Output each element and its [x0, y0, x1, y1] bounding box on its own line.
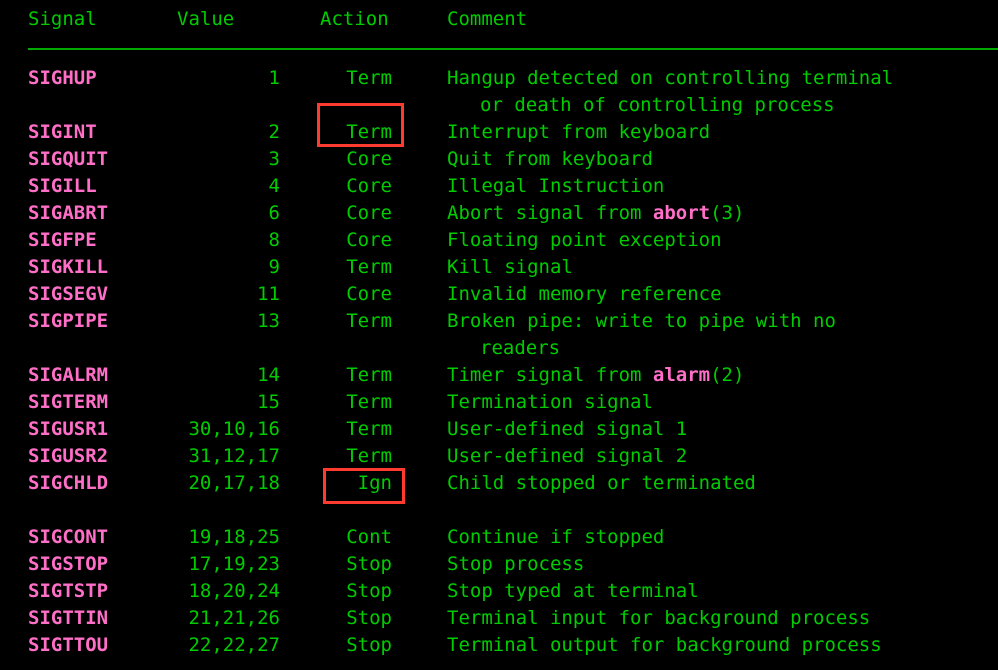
signal-action: Core [346, 148, 392, 170]
signal-action: Ign [357, 472, 392, 494]
header-comment: Comment [447, 8, 528, 30]
table-row: SIGCHLD 20,17,18 Ign Child stopped or termi… [0, 470, 998, 497]
signal-comment: Interrupt from keyboard [447, 121, 711, 143]
signal-action: Stop [346, 580, 392, 602]
signal-action: Stop [346, 553, 392, 575]
signal-action: Term [346, 310, 392, 332]
table-row: SIGILL 4 Core Illegal Instruction [0, 173, 998, 200]
signal-action: Term [346, 418, 392, 440]
table-row: SIGSTOP 17,19,23 Stop Stop process [0, 551, 998, 578]
signal-action: Stop [346, 634, 392, 656]
signal-comment: Continue if stopped [447, 526, 665, 548]
signal-action: Core [346, 229, 392, 251]
signal-action: Cont [346, 526, 392, 548]
table-row: SIGUSR2 31,12,17 Term User-defined signal 2 [0, 443, 998, 470]
table-row: SIGTTIN 21,21,26 Stop Terminal input for ba… [0, 605, 998, 632]
signal-comment: Termination signal [447, 391, 653, 413]
table-row: SIGCONT 19,18,25 Cont Continue if stopped [0, 524, 998, 551]
table-row: SIGPIPE 13 Term Broken pipe: write to pipe … [0, 308, 998, 335]
table-row: SIGHUP 1 Term Hangup detected on controllin… [0, 65, 998, 92]
signal-comment: Terminal output for background process [447, 634, 882, 656]
signal-comment: Stop process [447, 553, 585, 575]
signal-action: Core [346, 283, 392, 305]
table-row: SIGFPE 8 Core Floating point exception [0, 227, 998, 254]
manpage-reference: abort [652, 202, 711, 224]
signal-comment: Kill signal [447, 256, 573, 278]
manpage-reference: alarm [652, 364, 711, 386]
signal-comment: Floating point exception [447, 229, 722, 251]
table-body: SIGHUP 1 Term Hangup detected on controllin… [0, 65, 998, 659]
signal-comment: Stop typed at terminal [447, 580, 699, 602]
signal-comment-continued: readers [480, 337, 561, 359]
header-action: Action [320, 8, 389, 30]
signal-action: Stop [346, 607, 392, 629]
signal-comment: Invalid memory reference [447, 283, 722, 305]
signal-comment: User-defined signal 1 [447, 418, 688, 440]
signal-comment: Illegal Instruction [447, 175, 665, 197]
signal-action: Term [346, 67, 392, 89]
signal-action: Term [346, 364, 392, 386]
signal-action: Term [346, 256, 392, 278]
signal-comment: Terminal input for background process [447, 607, 871, 629]
signal-action: Core [346, 175, 392, 197]
signal-action: Term [346, 391, 392, 413]
signal-comment: Broken pipe: write to pipe with no [447, 310, 836, 332]
signal-comment: Hangup detected on controlling terminal [447, 67, 894, 89]
table-row: SIGTSTP 18,20,24 Stop Stop typed at termina… [0, 578, 998, 605]
signal-comment: Quit from keyboard [447, 148, 653, 170]
header-signal: Signal [28, 8, 97, 30]
signal-action: Term [346, 121, 392, 143]
table-header: Signal Value Action Comment [0, 0, 998, 33]
table-row: SIGQUIT 3 Core Quit from keyboard [0, 146, 998, 173]
table-row: SIGKILL 9 Term Kill signal [0, 254, 998, 281]
header-value: Value [177, 8, 235, 30]
signal-comment-continued: or death of controlling process [480, 94, 835, 116]
header-underline [28, 48, 998, 50]
table-row: SIGALRM 14 Term Timer signal from alarm(2) [0, 362, 998, 389]
table-row: SIGTERM 15 Term Termination signal [0, 389, 998, 416]
comment-continuation-row: or death of controlling process [0, 92, 998, 119]
table-row: SIGABRT 6 Core Abort signal from abort(3) [0, 200, 998, 227]
signal-comment: User-defined signal 2 [447, 445, 688, 467]
table-row: SIGINT 2 Term Interrupt from keyboard [0, 119, 998, 146]
signal-comment: Child stopped or terminated [447, 472, 756, 494]
table-row: SIGUSR1 30,10,16 Term User-defined signal 1 [0, 416, 998, 443]
signal-action: Core [346, 202, 392, 224]
terminal-screen: Signal Value Action Comment SIGHUP 1 Term H… [0, 0, 998, 670]
table-row: SIGTTOU 22,22,27 Stop Terminal output for b… [0, 632, 998, 659]
signal-comment: Timer signal from alarm(2) [447, 364, 745, 386]
signal-action: Term [346, 445, 392, 467]
comment-continuation-row: readers [0, 335, 998, 362]
signal-comment: Abort signal from abort(3) [447, 202, 745, 224]
table-row: SIGSEGV 11 Core Invalid memory reference [0, 281, 998, 308]
